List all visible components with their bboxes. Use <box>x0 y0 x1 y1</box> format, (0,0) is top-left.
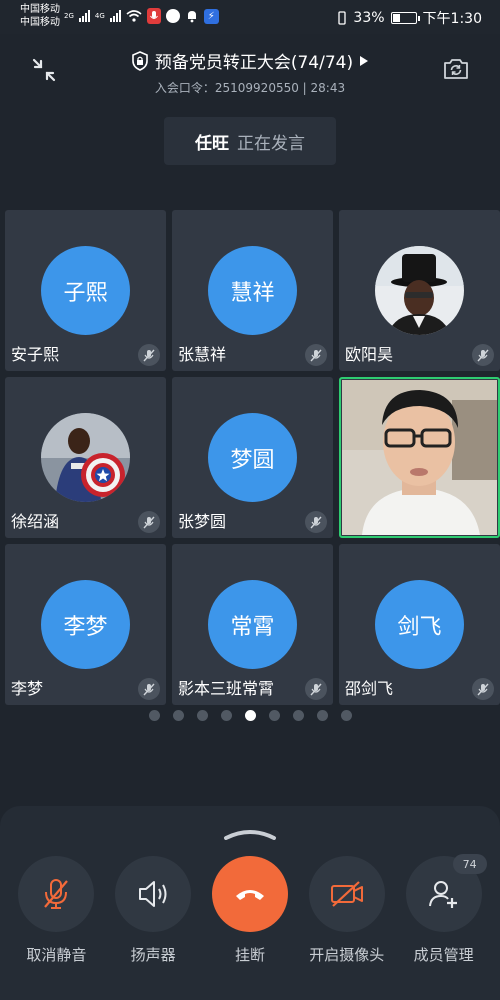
carrier-2: 中国移动 <box>20 17 60 28</box>
battery-icon <box>390 12 420 24</box>
carrier-1: 中国移动 <box>20 4 60 15</box>
participant-tile[interactable]: 慧祥 张慧祥 <box>172 210 333 371</box>
hangup-label: 挂断 <box>234 946 265 964</box>
status-bar: 中国移动 中国移动 2G 4G ⚡ 33% 下午1:30 <box>0 0 500 34</box>
page-dot[interactable] <box>220 710 232 721</box>
carrier-labels: 中国移动 中国移动 <box>20 3 60 29</box>
participant-name: 李梦 <box>11 679 44 698</box>
video-feed <box>342 380 497 535</box>
participant-name: 邵剑飞 <box>345 679 394 698</box>
muted-mic-icon <box>305 678 327 700</box>
avatar: 慧祥 <box>208 246 297 335</box>
participant-tile[interactable]: 剑飞 邵剑飞 <box>339 544 500 705</box>
participant-name: 张慧祥 <box>178 345 227 364</box>
members-label: 成员管理 <box>413 946 474 964</box>
switch-camera-icon[interactable] <box>442 56 470 82</box>
avatar: 梦圆 <box>208 413 297 502</box>
clock: 下午1:30 <box>422 11 482 27</box>
camera-button[interactable] <box>308 856 385 932</box>
wifi-icon <box>126 10 142 22</box>
muted-mic-icon <box>472 344 494 366</box>
muted-mic-icon <box>472 678 494 700</box>
bell-icon <box>187 11 196 23</box>
muted-mic-icon <box>305 511 327 533</box>
page-dot[interactable] <box>340 710 352 721</box>
camera-label: 开启摄像头 <box>309 946 385 964</box>
page-dot[interactable] <box>292 710 304 721</box>
participant-name: 安子熙 <box>11 345 60 364</box>
participant-tile[interactable]: 徐绍涵 <box>5 377 166 538</box>
muted-mic-icon <box>138 344 160 366</box>
speaker-button[interactable] <box>115 856 192 932</box>
speaker-name: 任旺 <box>195 133 229 154</box>
meeting-code: 入会口令：25109920550 | 28:43 <box>154 80 346 95</box>
avatar: 剑飞 <box>375 580 464 669</box>
app-notification-icon <box>165 9 180 23</box>
participant-name: 欧阳昊 <box>345 345 394 364</box>
battery-percent: 33% <box>353 10 385 26</box>
participant-tile[interactable]: 子熙 安子熙 <box>5 210 166 371</box>
active-speaker-banner: 任旺 正在发言 <box>164 117 336 165</box>
add-member-icon <box>428 881 457 908</box>
play-arrow-icon <box>360 55 369 66</box>
lock-shield-icon <box>132 50 148 71</box>
control-panel: 取消静音 扬声器 挂断 开启摄像头 74 成员管理 <box>0 806 500 1000</box>
muted-mic-icon <box>138 678 160 700</box>
signal-icon-2 <box>109 10 121 22</box>
avatar-photo <box>41 413 130 502</box>
speaker-control[interactable]: 扬声器 <box>108 856 198 965</box>
camera-control[interactable]: 开启摄像头 <box>302 856 392 965</box>
muted-mic-icon <box>138 511 160 533</box>
members-control[interactable]: 74 成员管理 <box>399 854 489 965</box>
member-count-badge: 74 <box>452 854 487 874</box>
camera-off-icon <box>330 881 363 907</box>
vibrate-icon <box>338 11 347 25</box>
muted-mic-icon <box>305 344 327 366</box>
phone-hangup-icon <box>235 890 264 900</box>
avatar: 常霄 <box>208 580 297 669</box>
avatar-photo <box>375 246 464 335</box>
page-dot[interactable] <box>172 710 184 721</box>
avatar: 子熙 <box>41 246 130 335</box>
participant-video-tile[interactable] <box>339 377 500 538</box>
speaker-status: 正在发言 <box>237 133 305 154</box>
mic-off-icon <box>44 879 69 909</box>
hangup-button[interactable] <box>211 856 288 932</box>
participant-tile[interactable]: 欧阳昊 <box>339 210 500 371</box>
page-dot[interactable] <box>268 710 280 721</box>
page-dot[interactable] <box>196 710 208 721</box>
network-type-1: 2G <box>64 12 74 20</box>
participant-name: 张梦圆 <box>178 512 227 531</box>
page-dot[interactable] <box>316 710 328 721</box>
lightning-icon: ⚡ <box>203 8 219 24</box>
participant-name: 徐绍涵 <box>11 512 60 531</box>
unmute-label: 取消静音 <box>26 946 87 964</box>
participant-name: 影本三班常霄 <box>178 679 275 698</box>
meeting-header: 预备党员转正大会(74/74) 入会口令：25109920550 | 28:43 <box>0 34 500 104</box>
expand-handle-icon[interactable] <box>222 826 278 840</box>
participant-tile[interactable]: 常霄 影本三班常霄 <box>172 544 333 705</box>
status-icons: 2G 4G ⚡ <box>64 8 219 24</box>
participant-grid: 子熙 安子熙 慧祥 张慧祥 欧阳昊 徐绍涵 梦圆 张梦圆 李梦 李梦 常霄 影本… <box>5 210 500 705</box>
participant-tile[interactable]: 梦圆 张梦圆 <box>172 377 333 538</box>
avatar: 李梦 <box>41 580 130 669</box>
network-type-2: 4G <box>94 12 105 20</box>
status-right: 33% 下午1:30 <box>337 8 482 28</box>
meeting-title-block[interactable]: 预备党员转正大会(74/74) 入会口令：25109920550 | 28:43 <box>0 48 500 96</box>
meeting-title: 预备党员转正大会(74/74) <box>154 53 354 73</box>
unmute-button[interactable] <box>18 856 95 932</box>
speaker-icon <box>139 881 167 907</box>
page-dot[interactable] <box>244 710 256 721</box>
page-dot[interactable] <box>148 710 160 721</box>
speaker-label: 扬声器 <box>130 946 176 964</box>
participant-tile[interactable]: 李梦 李梦 <box>5 544 166 705</box>
microphone-recording-icon <box>146 8 161 24</box>
hangup-control[interactable]: 挂断 <box>205 856 295 965</box>
signal-icon <box>78 10 90 22</box>
unmute-control[interactable]: 取消静音 <box>11 856 101 965</box>
page-indicator[interactable] <box>0 710 500 721</box>
